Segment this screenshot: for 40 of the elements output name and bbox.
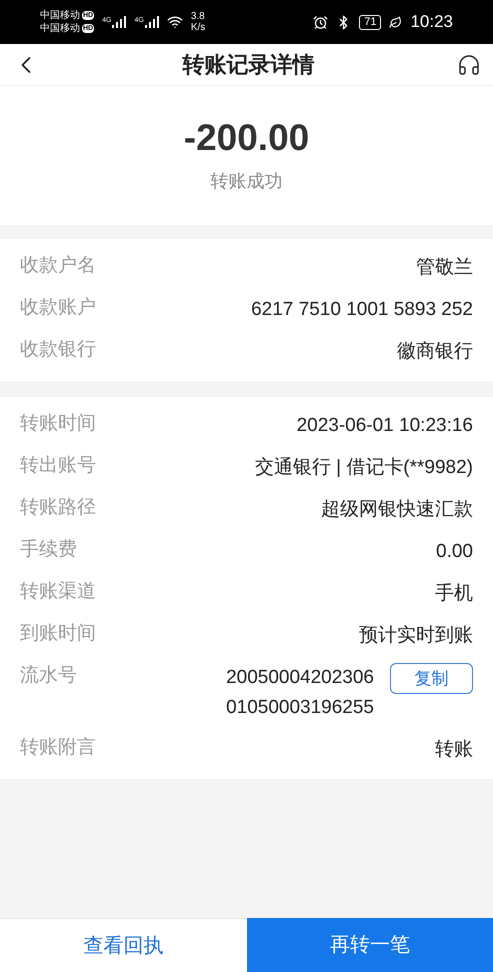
carrier-name: 中国移动	[40, 9, 80, 22]
clock-time: 10:23	[410, 11, 453, 34]
row-value: 转账	[435, 738, 473, 762]
speed-unit: K/s	[190, 22, 206, 33]
page-title: 转账记录详情	[182, 51, 314, 79]
signal-icon	[112, 16, 126, 28]
row-label: 收款户名	[20, 254, 96, 278]
headset-icon[interactable]	[457, 52, 481, 76]
copy-button[interactable]: 复制	[390, 663, 473, 694]
row-label: 收款银行	[20, 338, 96, 362]
row-value: 预计实时到账	[359, 624, 473, 648]
receipt-button[interactable]: 查看回执	[0, 918, 246, 972]
transfer-status: 转账成功	[210, 170, 282, 193]
battery-level: 71	[359, 14, 382, 30]
row-value: 管敬兰	[416, 256, 473, 280]
row-label: 转账时间	[20, 412, 96, 436]
row-value: 2023-06-01 10:23:16	[296, 414, 473, 438]
row-value: 手机	[435, 582, 473, 606]
row-label: 转账路径	[20, 496, 96, 520]
wifi-icon	[166, 14, 183, 30]
row-label: 转账渠道	[20, 580, 96, 604]
row-label: 到账时间	[20, 622, 96, 646]
row-label: 手续费	[20, 538, 77, 562]
network-speed: 3.8	[190, 11, 206, 22]
alarm-icon	[313, 14, 328, 30]
row-value: 交通银行 | 借记卡(**9982)	[254, 456, 473, 480]
row-value: 6217 7510 1001 5893 252	[251, 298, 473, 322]
amount: -200.00	[184, 116, 310, 160]
row-label: 转出账号	[20, 454, 96, 478]
row-value: 超级网银快速汇款	[321, 498, 473, 522]
signal-icon	[144, 16, 159, 28]
row-value: 0.00	[436, 540, 473, 564]
carrier-name: 中国移动	[40, 22, 80, 35]
row-label: 流水号	[20, 664, 77, 688]
transfer-again-button[interactable]: 再转一笔	[246, 918, 493, 972]
row-label: 收款账户	[20, 296, 96, 320]
row-label: 转账附言	[20, 736, 96, 760]
leaf-icon	[389, 16, 402, 28]
row-value: 2005000420230601050003196255	[225, 666, 374, 720]
row-value: 徽商银行	[397, 340, 473, 364]
